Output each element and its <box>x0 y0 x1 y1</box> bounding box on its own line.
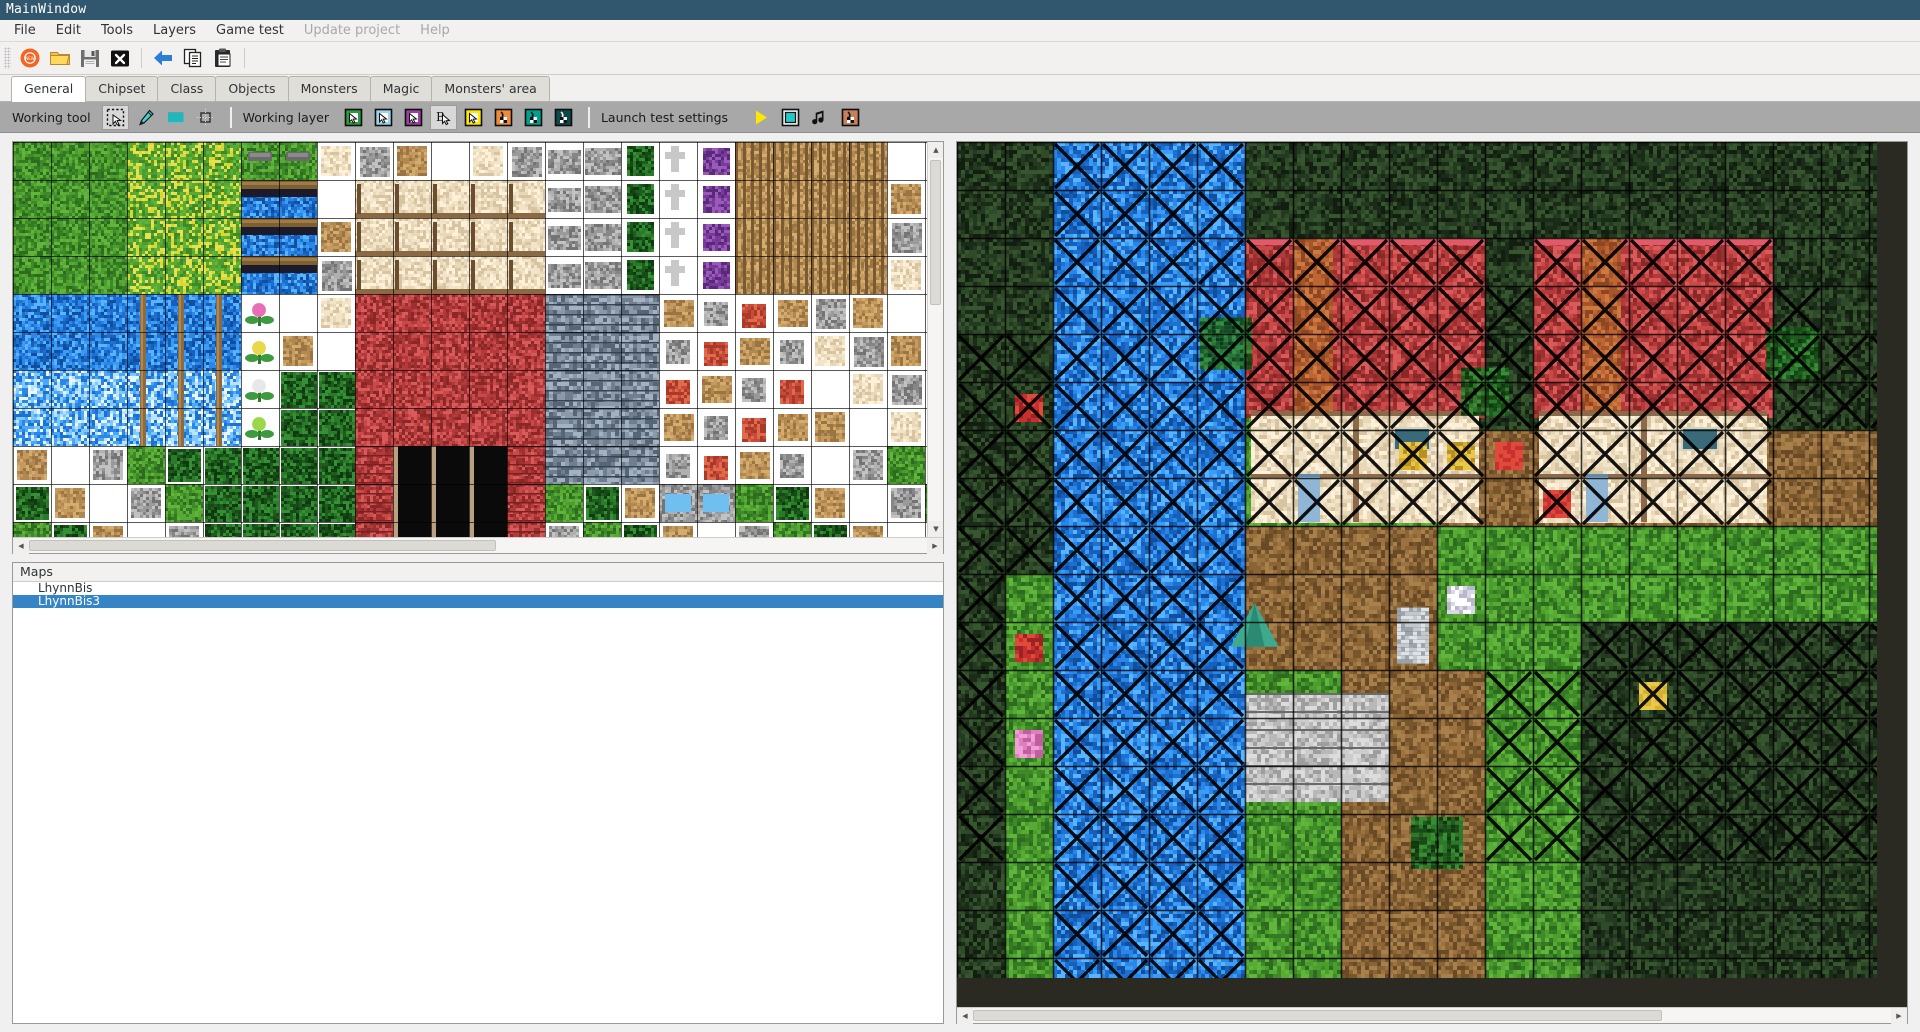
map-hscroll-track[interactable] <box>973 1008 1891 1023</box>
save-icon[interactable] <box>76 45 104 72</box>
menubar: File Edit Tools Layers Game test Update … <box>0 20 1920 42</box>
maps-panel: Maps LhynnBis LhynnBis3 <box>12 562 944 1024</box>
map-body <box>957 142 1907 1007</box>
layer-start-position-icon[interactable] <box>490 105 517 130</box>
window-title: MainWindow <box>6 2 87 17</box>
new-project-icon[interactable]: NEW <box>16 45 44 72</box>
tabbar: General Chipset Class Objects Monsters M… <box>0 75 1920 102</box>
content-area: ▲ ▼ ◀ ▶ Maps LhynnBis LhynnBis3 ◀ ▶ <box>0 133 1920 1032</box>
left-column: ▲ ▼ ◀ ▶ Maps LhynnBis LhynnBis3 <box>0 133 952 1032</box>
map-scroll-left-button[interactable]: ◀ <box>957 1008 973 1024</box>
map-editor-canvas[interactable] <box>957 142 1907 1007</box>
tileset-hscroll-thumb[interactable] <box>29 540 496 551</box>
window-titlebar: MainWindow <box>0 0 1920 20</box>
working-toolbar-separator-1 <box>229 106 232 128</box>
menu-game-test[interactable]: Game test <box>206 21 294 40</box>
working-tool-label: Working tool <box>12 109 91 125</box>
menu-update-project: Update project <box>303 23 401 38</box>
working-toolbar: Working tool Working layer B Launch test… <box>0 102 1920 133</box>
tab-general[interactable]: General <box>11 76 87 102</box>
right-column: ◀ ▶ <box>952 133 1920 1032</box>
layer-events-icon[interactable] <box>460 105 487 130</box>
copy-icon[interactable] <box>179 45 207 72</box>
tab-magic[interactable]: Magic <box>369 76 433 101</box>
working-toolbar-separator-2 <box>587 106 590 128</box>
tab-monsters[interactable]: Monsters <box>287 76 371 101</box>
map-scroll-right-button[interactable]: ▶ <box>1891 1008 1907 1024</box>
tileset-vscroll-track[interactable] <box>928 158 943 521</box>
tileset-scroll-down-button[interactable]: ▼ <box>928 521 943 537</box>
svg-text:NEW: NEW <box>25 56 35 61</box>
toolbar-grip[interactable] <box>4 47 11 69</box>
menu-file[interactable]: File <box>4 21 46 40</box>
tileset-panel: ▲ ▼ ◀ ▶ <box>12 141 944 554</box>
layer-decor1-icon[interactable] <box>370 105 397 130</box>
pen-tool-icon[interactable] <box>132 105 159 130</box>
tileset-vscroll-thumb[interactable] <box>930 160 941 306</box>
layer-ground-icon[interactable] <box>340 105 367 130</box>
tileset-horizontal-scrollbar[interactable]: ◀ ▶ <box>13 537 943 554</box>
maps-header: Maps <box>13 563 943 582</box>
layer-decor2-icon[interactable] <box>400 105 427 130</box>
selection-tool-icon[interactable] <box>101 104 129 130</box>
layer-teleport-icon[interactable] <box>520 105 547 130</box>
tileset-scroll-up-button[interactable]: ▲ <box>928 142 943 158</box>
toolbar-separator-2 <box>244 48 245 68</box>
tab-objects[interactable]: Objects <box>215 76 289 101</box>
map-horizontal-scrollbar[interactable]: ◀ ▶ <box>957 1007 1907 1024</box>
menu-edit[interactable]: Edit <box>46 21 91 40</box>
toolbar-separator-1 <box>141 48 142 68</box>
tileset-scroll-right-button[interactable]: ▶ <box>927 538 943 554</box>
map-hscroll-thumb[interactable] <box>973 1010 1662 1021</box>
launch-test-settings-label: Launch test settings <box>600 109 729 125</box>
close-icon[interactable] <box>106 45 134 72</box>
menu-help: Help <box>420 23 450 38</box>
list-item[interactable]: LhynnBis3 <box>13 595 943 608</box>
fill-tool-icon[interactable] <box>162 105 189 130</box>
menu-tools[interactable]: Tools <box>91 21 143 40</box>
tileset-vertical-scrollbar[interactable]: ▲ ▼ <box>927 142 943 537</box>
tileset-body: ▲ ▼ <box>13 142 943 537</box>
tab-chipset[interactable]: Chipset <box>85 76 159 101</box>
layer-teleport-dark-icon[interactable] <box>550 105 577 130</box>
tab-monsters-area[interactable]: Monsters' area <box>431 76 550 101</box>
screen-test-icon[interactable] <box>777 105 804 130</box>
paste-icon[interactable] <box>209 45 237 72</box>
back-arrow-icon[interactable] <box>149 45 177 72</box>
main-toolbar: NEW <box>0 42 1920 75</box>
layer-blocking-icon[interactable]: B <box>429 104 457 130</box>
tab-class[interactable]: Class <box>157 76 217 101</box>
open-folder-icon[interactable] <box>46 45 74 72</box>
tileset-scroll-left-button[interactable]: ◀ <box>13 538 29 554</box>
chipset-tileset[interactable] <box>13 142 927 537</box>
working-layer-label: Working layer <box>242 109 329 125</box>
tileset-hscroll-track[interactable] <box>29 538 927 553</box>
maps-list[interactable]: LhynnBis LhynnBis3 <box>13 582 943 1023</box>
map-panel: ◀ ▶ <box>956 141 1908 1024</box>
rectangle-tool-icon[interactable] <box>192 105 219 130</box>
music-note-icon[interactable] <box>807 105 834 130</box>
menu-layers[interactable]: Layers <box>143 21 206 40</box>
list-item[interactable]: LhynnBis <box>13 582 943 595</box>
play-test-icon[interactable] <box>747 105 774 130</box>
hero-start-icon[interactable] <box>837 105 864 130</box>
